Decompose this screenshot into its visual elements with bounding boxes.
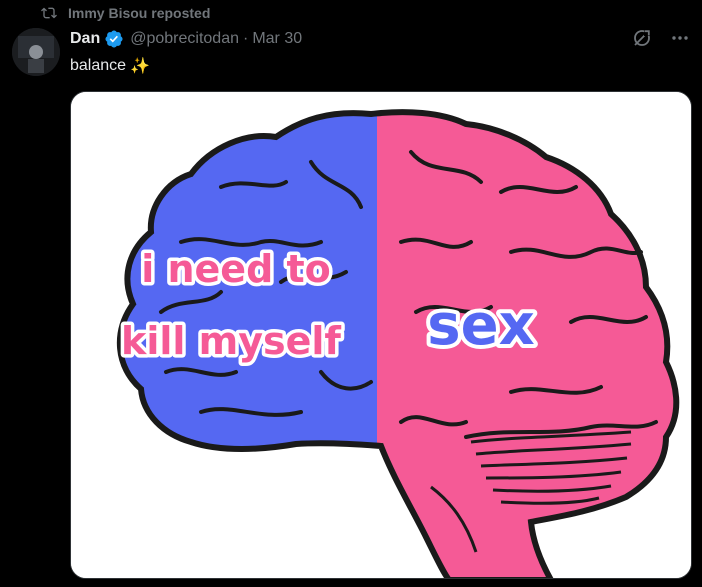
- avatar[interactable]: [12, 28, 60, 76]
- more-icon[interactable]: [670, 28, 690, 53]
- tweet-header: Dan @pobrecitodan · Mar 30: [70, 29, 302, 49]
- right-caption: sex: [423, 289, 538, 362]
- right-caption-text: sex: [427, 293, 534, 358]
- tweet-date[interactable]: Mar 30: [252, 30, 302, 48]
- left-caption-line2: kill myself: [121, 319, 341, 363]
- left-caption-line1: i need to: [141, 247, 331, 291]
- repost-icon: [40, 5, 58, 21]
- author-handle[interactable]: @pobrecitodan: [130, 30, 239, 48]
- author-name[interactable]: Dan: [70, 30, 100, 48]
- tweet-text: balance ✨: [70, 56, 150, 76]
- tweet-text-content: balance: [70, 57, 127, 74]
- repost-label: Immy Bisou reposted: [68, 5, 211, 21]
- repost-indicator[interactable]: Immy Bisou reposted: [40, 4, 210, 22]
- verified-badge-icon[interactable]: [104, 29, 124, 49]
- tweet-media-image[interactable]: i need to kill myself sex: [70, 91, 692, 579]
- tweet-actions: [632, 28, 690, 53]
- sparkles-icon: ✨: [130, 58, 150, 75]
- grok-icon[interactable]: [632, 28, 652, 53]
- separator-dot: ·: [243, 30, 249, 47]
